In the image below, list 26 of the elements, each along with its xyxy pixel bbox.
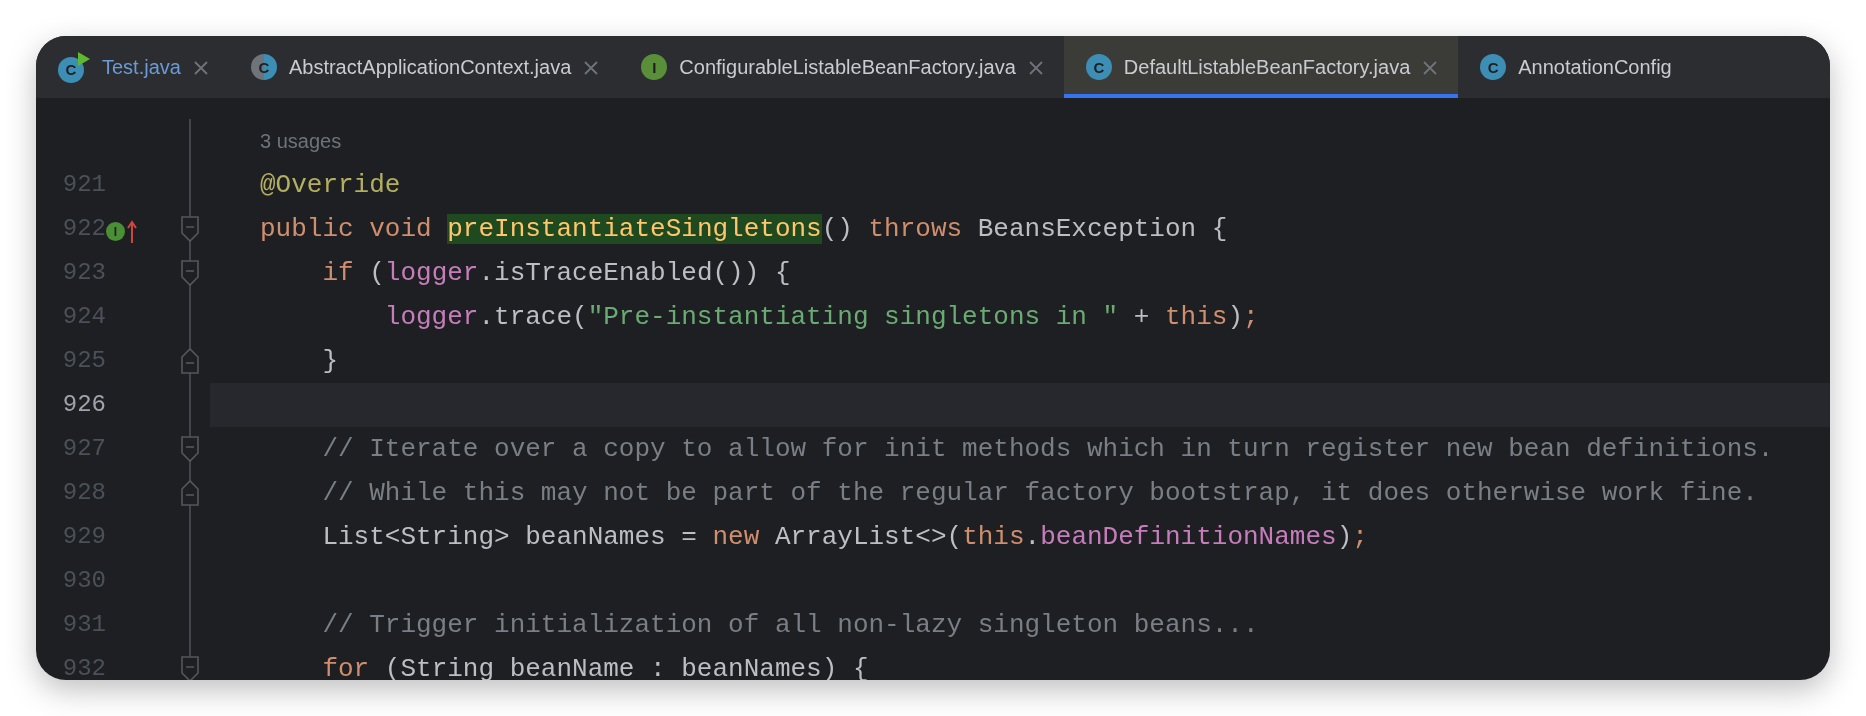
fold-start-icon[interactable] [180,259,200,287]
fold-start-icon[interactable] [180,215,200,243]
file-tab[interactable]: C AnnotationConfig [1458,36,1692,98]
fold-end-icon[interactable] [180,347,200,375]
fold-end-icon[interactable] [180,479,200,507]
abstract-class-icon: C [250,54,277,80]
file-tab[interactable]: C AbstractApplicationContext.java [228,36,620,98]
class-icon: C [1480,54,1507,80]
code-line: public void preInstantiateSingletons() throws BeansException { [260,212,1228,246]
code-line: // While this may not be part of the regular factory bootstrap, it does otherwise work fine. [322,476,1758,510]
file-tab[interactable]: I ConfigurableListableBeanFactory.java [619,36,1064,98]
file-tab[interactable]: C Test.java [36,36,229,98]
code-line: // Trigger initialization of all non-lazy singleton beans... [322,608,1259,642]
class-icon: C [1085,54,1112,80]
code-line: if (logger.isTraceEnabled()) { [322,256,791,290]
interface-icon: I [641,54,668,80]
code-line: logger.trace("Pre-instantiating singletons in " + this); [384,300,1259,334]
fold-start-icon[interactable] [180,655,200,680]
line-number: 926 [61,390,106,420]
code-line: } [322,344,338,378]
code-line: // Iterate over a copy to allow for init methods which in turn register new bean definitions. [322,432,1774,466]
code-line: @Override [260,168,401,202]
file-tab[interactable]: C DefaultListableBeanFactory.java [1063,36,1459,98]
code-line: for (String beanName : beanNames) { [322,652,869,680]
fold-start-icon[interactable] [180,435,200,463]
code-line: List<String> beanNames = new ArrayList<>(this.beanDefinitionNames); [322,520,1368,554]
